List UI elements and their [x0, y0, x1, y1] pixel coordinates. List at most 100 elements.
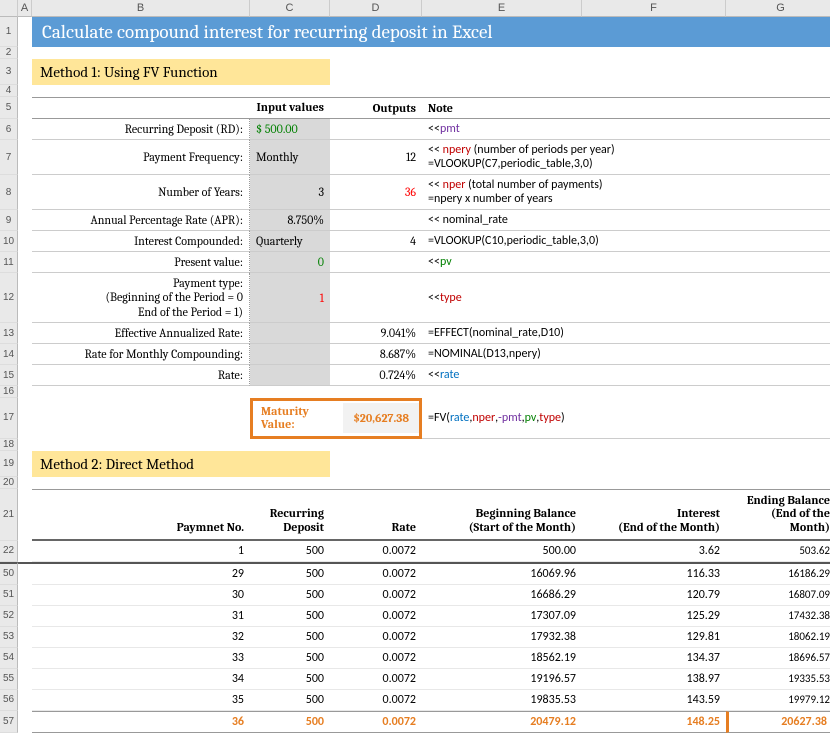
- cell[interactable]: [18, 231, 32, 252]
- th-begin[interactable]: Beginning Balance (Start of the Month): [422, 489, 582, 541]
- table-row[interactable]: 18062.19: [726, 627, 830, 648]
- cell[interactable]: [18, 606, 32, 627]
- row-header[interactable]: 2: [0, 47, 18, 59]
- table-row[interactable]: 16069.96: [422, 562, 582, 585]
- table-row[interactable]: 0.0072: [330, 690, 422, 711]
- note-mrate[interactable]: =NOMINAL(D13,npery): [422, 344, 830, 365]
- table-row[interactable]: 17307.09: [422, 606, 582, 627]
- cell[interactable]: [18, 273, 32, 323]
- col-header-A[interactable]: A: [18, 0, 32, 17]
- table-row[interactable]: 34: [32, 669, 250, 690]
- cell[interactable]: [18, 585, 32, 606]
- table-row[interactable]: 33: [32, 648, 250, 669]
- label-frequency[interactable]: Payment Frequency:: [32, 140, 250, 175]
- row-header[interactable]: 3: [0, 59, 18, 85]
- cell[interactable]: [18, 210, 32, 231]
- label-payment-type[interactable]: Payment type: (Beginning of the Period =…: [32, 273, 250, 323]
- cell[interactable]: [32, 398, 250, 438]
- page-title[interactable]: Calculate compound interest for recurrin…: [32, 17, 830, 47]
- table-row[interactable]: 0.0072: [330, 627, 422, 648]
- maturity-value[interactable]: $20,627.38: [343, 403, 419, 433]
- table-row[interactable]: 17932.38: [422, 627, 582, 648]
- cell[interactable]: [32, 85, 830, 97]
- row-header[interactable]: 12: [0, 273, 18, 323]
- row-header[interactable]: 56: [0, 690, 18, 711]
- cell[interactable]: [18, 541, 32, 562]
- cell[interactable]: [18, 562, 32, 585]
- note-payment-type[interactable]: << type: [422, 273, 830, 323]
- cell[interactable]: [18, 175, 32, 210]
- table-row[interactable]: 120.79: [582, 585, 726, 606]
- row-header[interactable]: 51: [0, 585, 18, 606]
- header-input-values[interactable]: Input values: [250, 97, 330, 119]
- col-header-B[interactable]: B: [32, 0, 250, 17]
- output-rate[interactable]: 0.724%: [330, 365, 422, 386]
- cell[interactable]: [422, 451, 830, 477]
- table-row-final[interactable]: 0.0072: [330, 711, 422, 733]
- cell[interactable]: [18, 669, 32, 690]
- cell[interactable]: [18, 627, 32, 648]
- cell[interactable]: [330, 451, 422, 477]
- output-compounded[interactable]: 4: [330, 231, 422, 252]
- row-header[interactable]: 53: [0, 627, 18, 648]
- cell[interactable]: [18, 386, 32, 398]
- table-row[interactable]: 18696.57: [726, 648, 830, 669]
- table-row[interactable]: 32: [32, 627, 250, 648]
- cell[interactable]: [18, 119, 32, 140]
- table-row[interactable]: 500: [250, 690, 330, 711]
- method2-header[interactable]: Method 2: Direct Method: [32, 451, 330, 477]
- cell[interactable]: [18, 344, 32, 365]
- input-frequency[interactable]: Monthly: [250, 140, 330, 175]
- cell[interactable]: [18, 85, 32, 97]
- row-header[interactable]: 50: [0, 562, 18, 585]
- cell[interactable]: [18, 140, 32, 175]
- input-compounded[interactable]: Quarterly: [250, 231, 330, 252]
- table-row-final[interactable]: 36: [32, 711, 250, 733]
- label-compounded[interactable]: Interest Compounded:: [32, 231, 250, 252]
- table-row[interactable]: 29: [32, 562, 250, 585]
- cell[interactable]: [18, 489, 32, 541]
- cell[interactable]: [32, 97, 250, 119]
- table-row[interactable]: 16807.09: [726, 585, 830, 606]
- label-ear[interactable]: Effective Annualized Rate:: [32, 323, 250, 344]
- cell[interactable]: [18, 711, 32, 733]
- table-row[interactable]: 134.37: [582, 648, 726, 669]
- table-row[interactable]: 143.59: [582, 690, 726, 711]
- row-header[interactable]: 52: [0, 606, 18, 627]
- col-header-E[interactable]: E: [422, 0, 582, 17]
- table-row[interactable]: 0.0072: [330, 669, 422, 690]
- row-header[interactable]: 21: [0, 489, 18, 541]
- header-note[interactable]: Note: [422, 97, 830, 119]
- th-interest[interactable]: Interest (End of the Month): [582, 489, 726, 541]
- table-row[interactable]: 500: [250, 606, 330, 627]
- col-header-G[interactable]: G: [726, 0, 830, 17]
- cell[interactable]: [330, 252, 422, 273]
- cell[interactable]: [18, 47, 32, 59]
- label-pv[interactable]: Present value:: [32, 252, 250, 273]
- row-header[interactable]: 55: [0, 669, 18, 690]
- col-header-F[interactable]: F: [582, 0, 726, 17]
- th-rd[interactable]: Recurring Deposit: [250, 489, 330, 541]
- table-row[interactable]: 500: [250, 585, 330, 606]
- row-header[interactable]: 9: [0, 210, 18, 231]
- cell[interactable]: [18, 59, 32, 85]
- cell[interactable]: [18, 690, 32, 711]
- note-rate[interactable]: << rate: [422, 365, 830, 386]
- table-row[interactable]: 500: [250, 669, 330, 690]
- col-header-D[interactable]: D: [330, 0, 422, 17]
- cell[interactable]: [32, 439, 830, 451]
- note-apr[interactable]: << nominal_rate: [422, 210, 830, 231]
- table-row[interactable]: 500: [250, 627, 330, 648]
- row-header[interactable]: 14: [0, 344, 18, 365]
- output-ear[interactable]: 9.041%: [330, 323, 422, 344]
- table-row[interactable]: 138.97: [582, 669, 726, 690]
- table-row-final[interactable]: 20479.12: [422, 711, 582, 733]
- row-header[interactable]: 16: [0, 386, 18, 398]
- cell[interactable]: [250, 365, 330, 386]
- row-header[interactable]: 22: [0, 541, 18, 562]
- table-row[interactable]: 19835.53: [422, 690, 582, 711]
- cell[interactable]: [18, 398, 32, 438]
- table-row[interactable]: 30: [32, 585, 250, 606]
- table-row[interactable]: 19979.12: [726, 690, 830, 711]
- output-nper[interactable]: 36: [330, 175, 422, 210]
